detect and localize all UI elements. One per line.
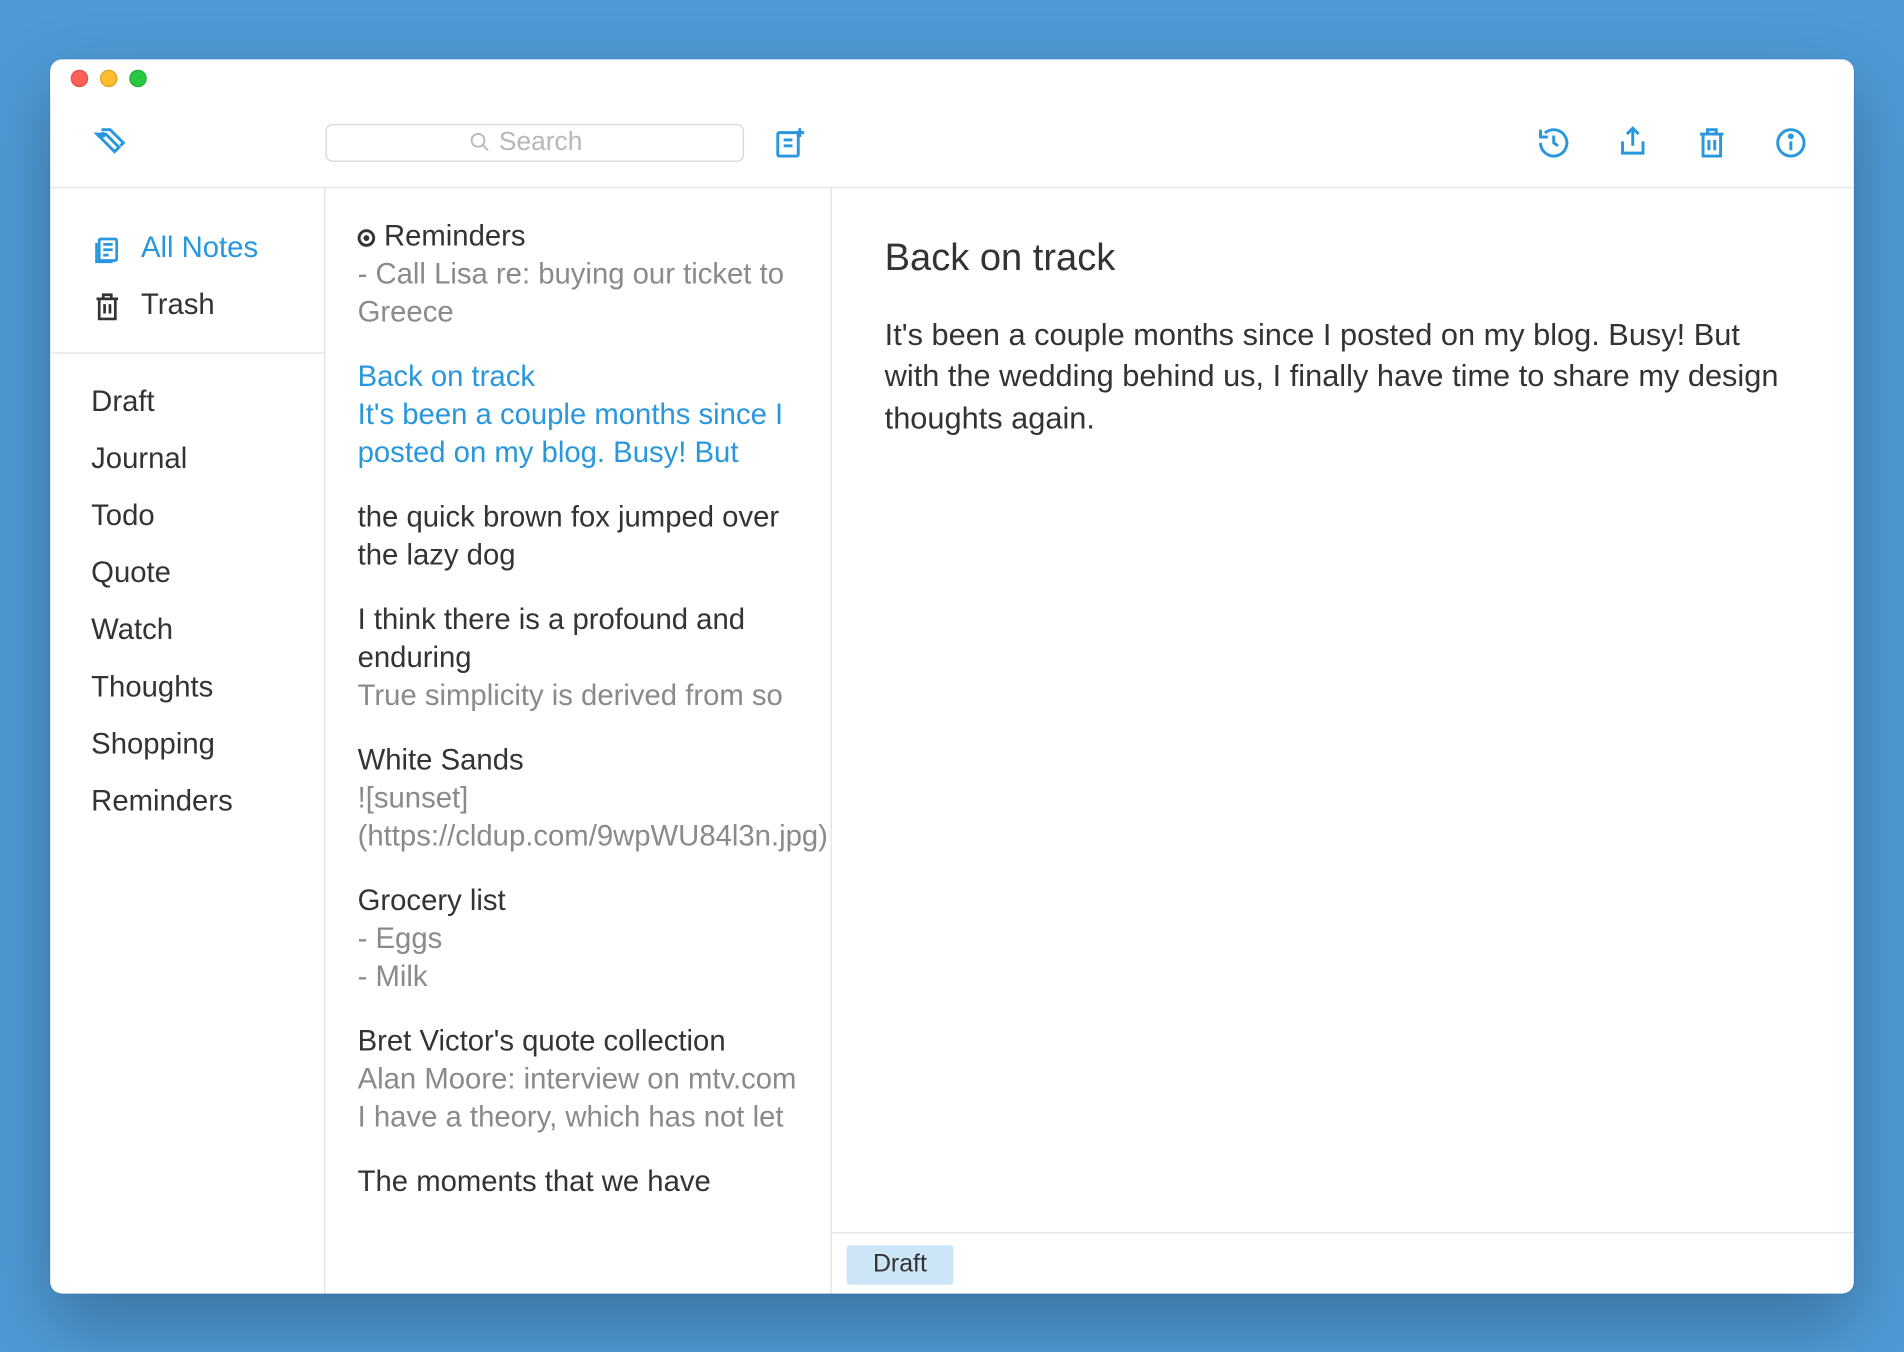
note-list-snippet: It's been a couple months since I posted… xyxy=(358,396,799,472)
sidebar-divider xyxy=(50,352,324,353)
delete-icon[interactable] xyxy=(1693,123,1731,161)
note-list-item[interactable]: White Sands![sunset](https://cldup.com/9… xyxy=(358,741,799,882)
note-list-title: White Sands xyxy=(358,741,799,779)
note-view: Back on track It's been a couple months … xyxy=(832,188,1854,1293)
sidebar-item-label: Trash xyxy=(141,289,215,323)
search-icon xyxy=(468,131,490,153)
info-icon[interactable] xyxy=(1772,123,1810,161)
titlebar xyxy=(50,59,1854,97)
note-list-item[interactable]: Reminders- Call Lisa re: buying our tick… xyxy=(358,217,799,358)
main-columns: All Notes Trash DraftJournalTodoQuoteWat… xyxy=(50,188,1854,1293)
sidebar-tag[interactable]: Todo xyxy=(50,488,324,545)
sidebar-tag[interactable]: Draft xyxy=(50,374,324,431)
toolbar-middle xyxy=(325,123,832,161)
note-list-snippet: ![sunset](https://cldup.com/9wpWU84l3n.j… xyxy=(358,779,799,855)
note-list-item[interactable]: I think there is a profound and enduring… xyxy=(358,601,799,742)
note-list-snippet: - Eggs - Milk xyxy=(358,920,799,996)
note-list-item[interactable]: the quick brown fox jumped over the lazy… xyxy=(358,498,799,600)
tags-icon[interactable] xyxy=(91,123,129,161)
note-list-snippet: - Call Lisa re: buying our ticket to Gre… xyxy=(358,255,799,331)
note-footer: Draft xyxy=(832,1232,1854,1293)
trash-icon xyxy=(91,290,123,322)
sidebar-item-trash[interactable]: Trash xyxy=(50,277,324,334)
new-note-button[interactable] xyxy=(770,123,808,161)
toolbar xyxy=(50,97,1854,188)
note-list-snippet: Alan Moore: interview on mtv.com I have … xyxy=(358,1060,799,1136)
tag-list: DraftJournalTodoQuoteWatchThoughtsShoppi… xyxy=(50,374,324,831)
note-list-title: Back on track xyxy=(358,358,799,396)
note-title[interactable]: Back on track xyxy=(885,232,1801,283)
sidebar-tag[interactable]: Shopping xyxy=(50,716,324,773)
sidebar-item-all-notes[interactable]: All Notes xyxy=(50,220,324,277)
note-list-title: the quick brown fox jumped over the lazy… xyxy=(358,498,799,574)
window-minimize-button[interactable] xyxy=(100,69,118,87)
note-list-title: I think there is a profound and enduring xyxy=(358,601,799,677)
toolbar-right xyxy=(832,123,1854,161)
sidebar-tag[interactable]: Quote xyxy=(50,545,324,602)
note-list-item[interactable]: Bret Victor's quote collectionAlan Moore… xyxy=(358,1022,799,1163)
window-zoom-button[interactable] xyxy=(129,69,147,87)
notes-icon xyxy=(91,232,123,264)
sidebar-tag[interactable]: Watch xyxy=(50,602,324,659)
app-window: All Notes Trash DraftJournalTodoQuoteWat… xyxy=(50,59,1854,1293)
sidebar: All Notes Trash DraftJournalTodoQuoteWat… xyxy=(50,188,325,1293)
sidebar-tag[interactable]: Journal xyxy=(50,431,324,488)
note-tag[interactable]: Draft xyxy=(847,1245,954,1284)
note-list-item[interactable]: Grocery list- Eggs - Milk xyxy=(358,882,799,1023)
share-icon[interactable] xyxy=(1614,123,1652,161)
note-list[interactable]: Reminders- Call Lisa re: buying our tick… xyxy=(325,188,832,1293)
note-list-title: Bret Victor's quote collection xyxy=(358,1022,799,1060)
search-input[interactable] xyxy=(499,126,601,157)
sidebar-tag[interactable]: Thoughts xyxy=(50,659,324,716)
note-list-item[interactable]: The moments that we have xyxy=(358,1163,799,1227)
history-icon[interactable] xyxy=(1535,123,1573,161)
note-list-title: Reminders xyxy=(358,217,799,255)
note-list-item[interactable]: Back on trackIt's been a couple months s… xyxy=(358,358,799,499)
window-close-button[interactable] xyxy=(71,69,89,87)
note-list-title: Grocery list xyxy=(358,882,799,920)
toolbar-left xyxy=(50,123,325,161)
search-field[interactable] xyxy=(325,123,744,161)
note-list-title: The moments that we have xyxy=(358,1163,799,1201)
note-body[interactable]: It's been a couple months since I posted… xyxy=(885,315,1801,439)
sidebar-tag[interactable]: Reminders xyxy=(50,773,324,830)
note-list-snippet: True simplicity is derived from so xyxy=(358,677,799,715)
sidebar-item-label: All Notes xyxy=(141,232,258,266)
bullet-icon xyxy=(358,229,376,247)
